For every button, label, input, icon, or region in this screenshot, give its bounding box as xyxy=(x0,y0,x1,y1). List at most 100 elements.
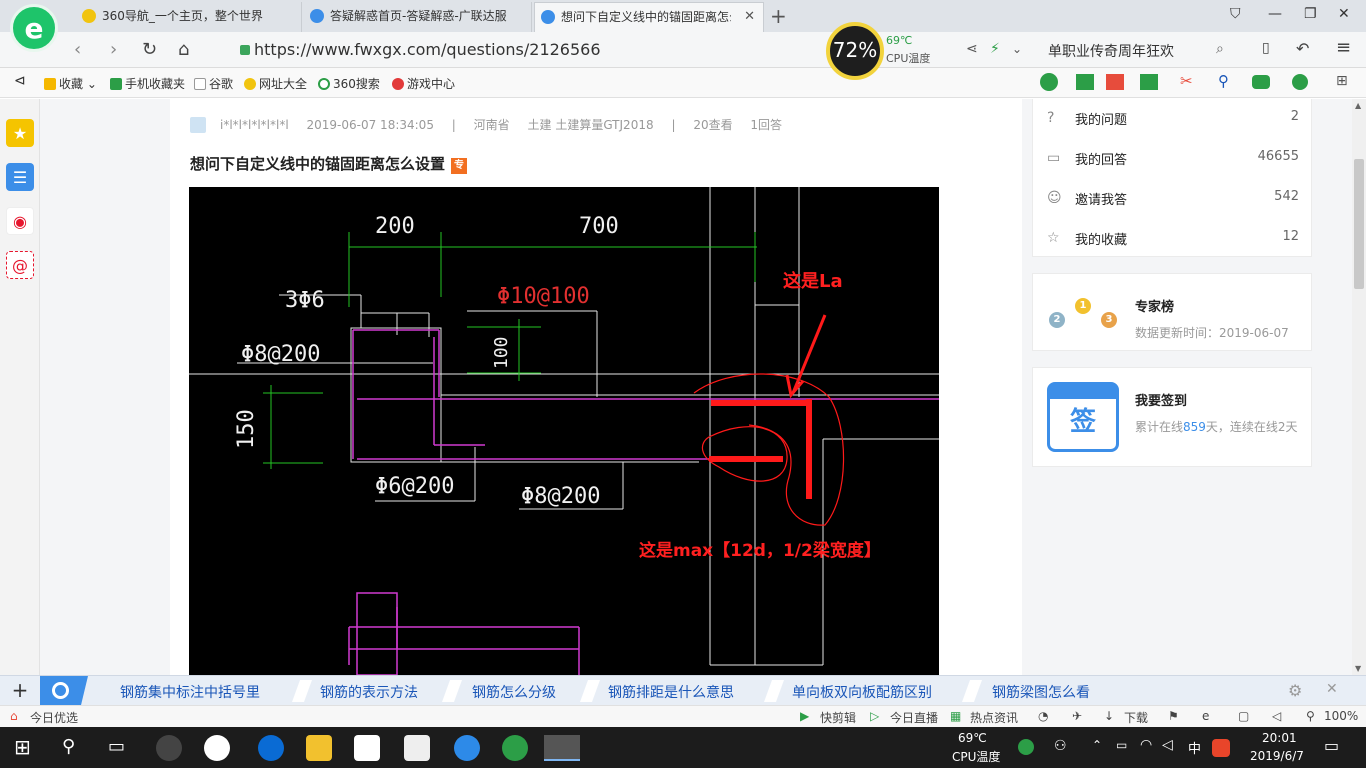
new-tab-button[interactable]: + xyxy=(770,4,787,28)
avatar[interactable] xyxy=(190,117,206,133)
phone-icon[interactable]: ▯ xyxy=(1262,40,1270,56)
tab-question[interactable]: 想问下自定义线中的锚固距离怎么 ✕ xyxy=(534,2,764,32)
tab-360-nav[interactable]: 360导航_一个主页，整个世界 xyxy=(76,2,302,32)
people-icon[interactable]: ⚇ xyxy=(1054,738,1067,754)
question-tags[interactable]: 土建 土建算量GTJ2018 xyxy=(528,118,654,132)
assistant-icon[interactable] xyxy=(1040,73,1058,91)
status-item[interactable]: 快剪辑 xyxy=(820,709,856,726)
maximize-button[interactable]: ❐ xyxy=(1304,6,1317,22)
close-window-button[interactable]: ✕ xyxy=(1338,6,1350,22)
bookmark-google[interactable]: 谷歌 xyxy=(194,75,233,92)
task-view-icon[interactable]: ▭ xyxy=(108,736,125,757)
wallet-icon[interactable] xyxy=(1292,74,1308,90)
download-icon[interactable]: ↓ xyxy=(1104,709,1114,723)
clock-time[interactable]: 20:01 xyxy=(1262,731,1297,745)
home-button[interactable]: ⌂ xyxy=(178,39,189,60)
status-item[interactable]: 今日直播 xyxy=(890,709,938,726)
sogou-ime-icon[interactable] xyxy=(1212,739,1230,757)
search-icon[interactable]: ⌕ xyxy=(1216,41,1224,57)
settings-gear-icon[interactable]: ⚙ xyxy=(1288,681,1302,700)
search-suggest-text[interactable]: 单职业传奇周年狂欢 xyxy=(1048,41,1174,61)
scroll-thumb[interactable] xyxy=(1354,159,1364,289)
status-item[interactable]: 下载 xyxy=(1124,709,1148,726)
apps-grid-icon[interactable]: ⊞ xyxy=(1336,73,1348,89)
active-app-icon[interactable] xyxy=(544,735,580,761)
mail-icon[interactable] xyxy=(404,735,430,761)
stat-my-answers[interactable]: ▭ 我的回答 46655 xyxy=(1033,138,1313,178)
ie-icon[interactable]: e xyxy=(1202,709,1209,723)
signin-card[interactable]: 签 我要签到 累计在线859天，连续在线2天 xyxy=(1032,367,1312,467)
hot-search-logo[interactable] xyxy=(40,676,88,706)
url-field[interactable]: https://www.fwxgx.com/questions/2126566 xyxy=(222,36,822,64)
gift-icon[interactable]: ⌂ xyxy=(10,709,18,723)
close-tab-icon[interactable]: ✕ xyxy=(744,3,755,31)
flag-icon[interactable]: ⚑ xyxy=(1168,709,1179,723)
sidebar-toggle-icon[interactable]: ⊲ xyxy=(14,73,26,89)
close-hotbar-icon[interactable]: ✕ xyxy=(1326,681,1338,697)
stat-my-questions[interactable]: ? 我的问题 2 xyxy=(1033,99,1313,138)
tray-expand-icon[interactable]: ⌃ xyxy=(1092,738,1102,752)
store-icon[interactable] xyxy=(354,735,380,761)
notes-icon[interactable]: ☰ xyxy=(6,163,34,191)
sogou-icon[interactable] xyxy=(454,735,480,761)
status-item[interactable]: 热点资讯 xyxy=(970,709,1018,726)
file-explorer-icon[interactable] xyxy=(306,735,332,761)
cad-drawing-image[interactable]: 200 700 3Φ6 Φ8@200 Φ6@200 Φ8@200 Φ10@100… xyxy=(189,187,939,675)
hot-link[interactable]: 钢筋排距是什么意思 xyxy=(608,682,734,702)
wifi-icon[interactable]: ◠ xyxy=(1140,737,1152,753)
windows-start-icon[interactable]: ⊞ xyxy=(14,735,31,759)
author-name[interactable]: i*l*l*l*l*l*l*l xyxy=(220,118,289,132)
hot-link[interactable]: 钢筋怎么分级 xyxy=(472,682,556,702)
scroll-up-icon[interactable]: ▲ xyxy=(1355,101,1361,110)
favorites-star-icon[interactable]: ★ xyxy=(6,119,34,147)
refresh-button[interactable]: ↻ xyxy=(142,39,157,60)
email-icon[interactable]: @ xyxy=(6,251,34,279)
hot-link[interactable]: 单向板双向板配筋区别 xyxy=(792,682,932,702)
edge-browser-icon[interactable] xyxy=(258,735,284,761)
stat-invitations[interactable]: ☺ 邀请我答 542 xyxy=(1033,178,1313,218)
mute-icon[interactable]: ◁ xyxy=(1272,709,1281,723)
skin-icon[interactable]: ⛉ xyxy=(1230,6,1241,22)
ime-indicator[interactable]: 中 xyxy=(1188,738,1201,757)
chevron-down-icon[interactable]: ⌄ xyxy=(1012,42,1022,56)
search-icon[interactable]: ⚲ xyxy=(62,736,75,757)
video-icon[interactable] xyxy=(1106,74,1124,90)
speed-icon[interactable]: ◔ xyxy=(1038,709,1048,723)
bookmark-360search[interactable]: 360搜索 xyxy=(318,75,380,92)
360-browser-task-icon[interactable] xyxy=(502,735,528,761)
hot-link[interactable]: 钢筋集中标注中括号里 xyxy=(120,682,260,702)
volume-muted-icon[interactable]: ◁ xyxy=(1162,737,1173,753)
back-button[interactable]: ‹ xyxy=(74,39,81,60)
notification-icon[interactable]: ▭ xyxy=(1324,736,1339,755)
scissors-icon[interactable]: ✂ xyxy=(1180,72,1193,90)
bookmark-mobile[interactable]: 手机收藏夹 xyxy=(110,75,185,92)
360-browser-logo-icon[interactable]: e xyxy=(10,4,58,52)
window-icon[interactable]: ▢ xyxy=(1238,709,1249,723)
clock-date[interactable]: 2019/6/7 xyxy=(1250,749,1304,763)
add-icon[interactable]: + xyxy=(0,676,40,706)
undo-icon[interactable]: ↶ xyxy=(1296,39,1309,58)
scroll-down-icon[interactable]: ▼ xyxy=(1355,664,1361,673)
tray-360-icon[interactable] xyxy=(1018,739,1034,755)
tab-qa-home[interactable]: 答疑解惑首页-答疑解惑-广联达服 xyxy=(304,2,532,32)
gamepad-icon[interactable] xyxy=(1252,75,1270,89)
expert-ranking-card[interactable]: 2 1 3 专家榜 数据更新时间：2019-06-07 xyxy=(1032,273,1312,351)
360-security-icon[interactable] xyxy=(156,735,182,761)
vertical-scrollbar[interactable]: ▲ ▼ xyxy=(1352,99,1366,675)
menu-icon[interactable]: ≡ xyxy=(1336,37,1351,58)
bookmark-games[interactable]: 游戏中心 xyxy=(392,75,455,92)
magnifier-icon[interactable]: ⚲ xyxy=(1218,72,1229,90)
minimize-button[interactable]: — xyxy=(1268,6,1282,22)
pin-icon[interactable]: ✈ xyxy=(1072,709,1082,723)
hot-link[interactable]: 钢筋梁图怎么看 xyxy=(992,682,1090,702)
today-picks[interactable]: 今日优选 xyxy=(30,709,78,726)
lightning-icon[interactable]: ⚡ xyxy=(990,41,1000,57)
weibo-icon[interactable]: ◉ xyxy=(6,207,34,235)
zoom-icon[interactable]: ⚲ xyxy=(1306,709,1315,723)
forward-button[interactable]: › xyxy=(110,39,117,60)
share-icon[interactable]: ⋖ xyxy=(966,41,978,57)
zoom-level[interactable]: 100% xyxy=(1324,709,1358,723)
hot-link[interactable]: 钢筋的表示方法 xyxy=(320,682,418,702)
bookmark-hao[interactable]: 网址大全 xyxy=(244,75,307,92)
media-player-icon[interactable] xyxy=(204,735,230,761)
